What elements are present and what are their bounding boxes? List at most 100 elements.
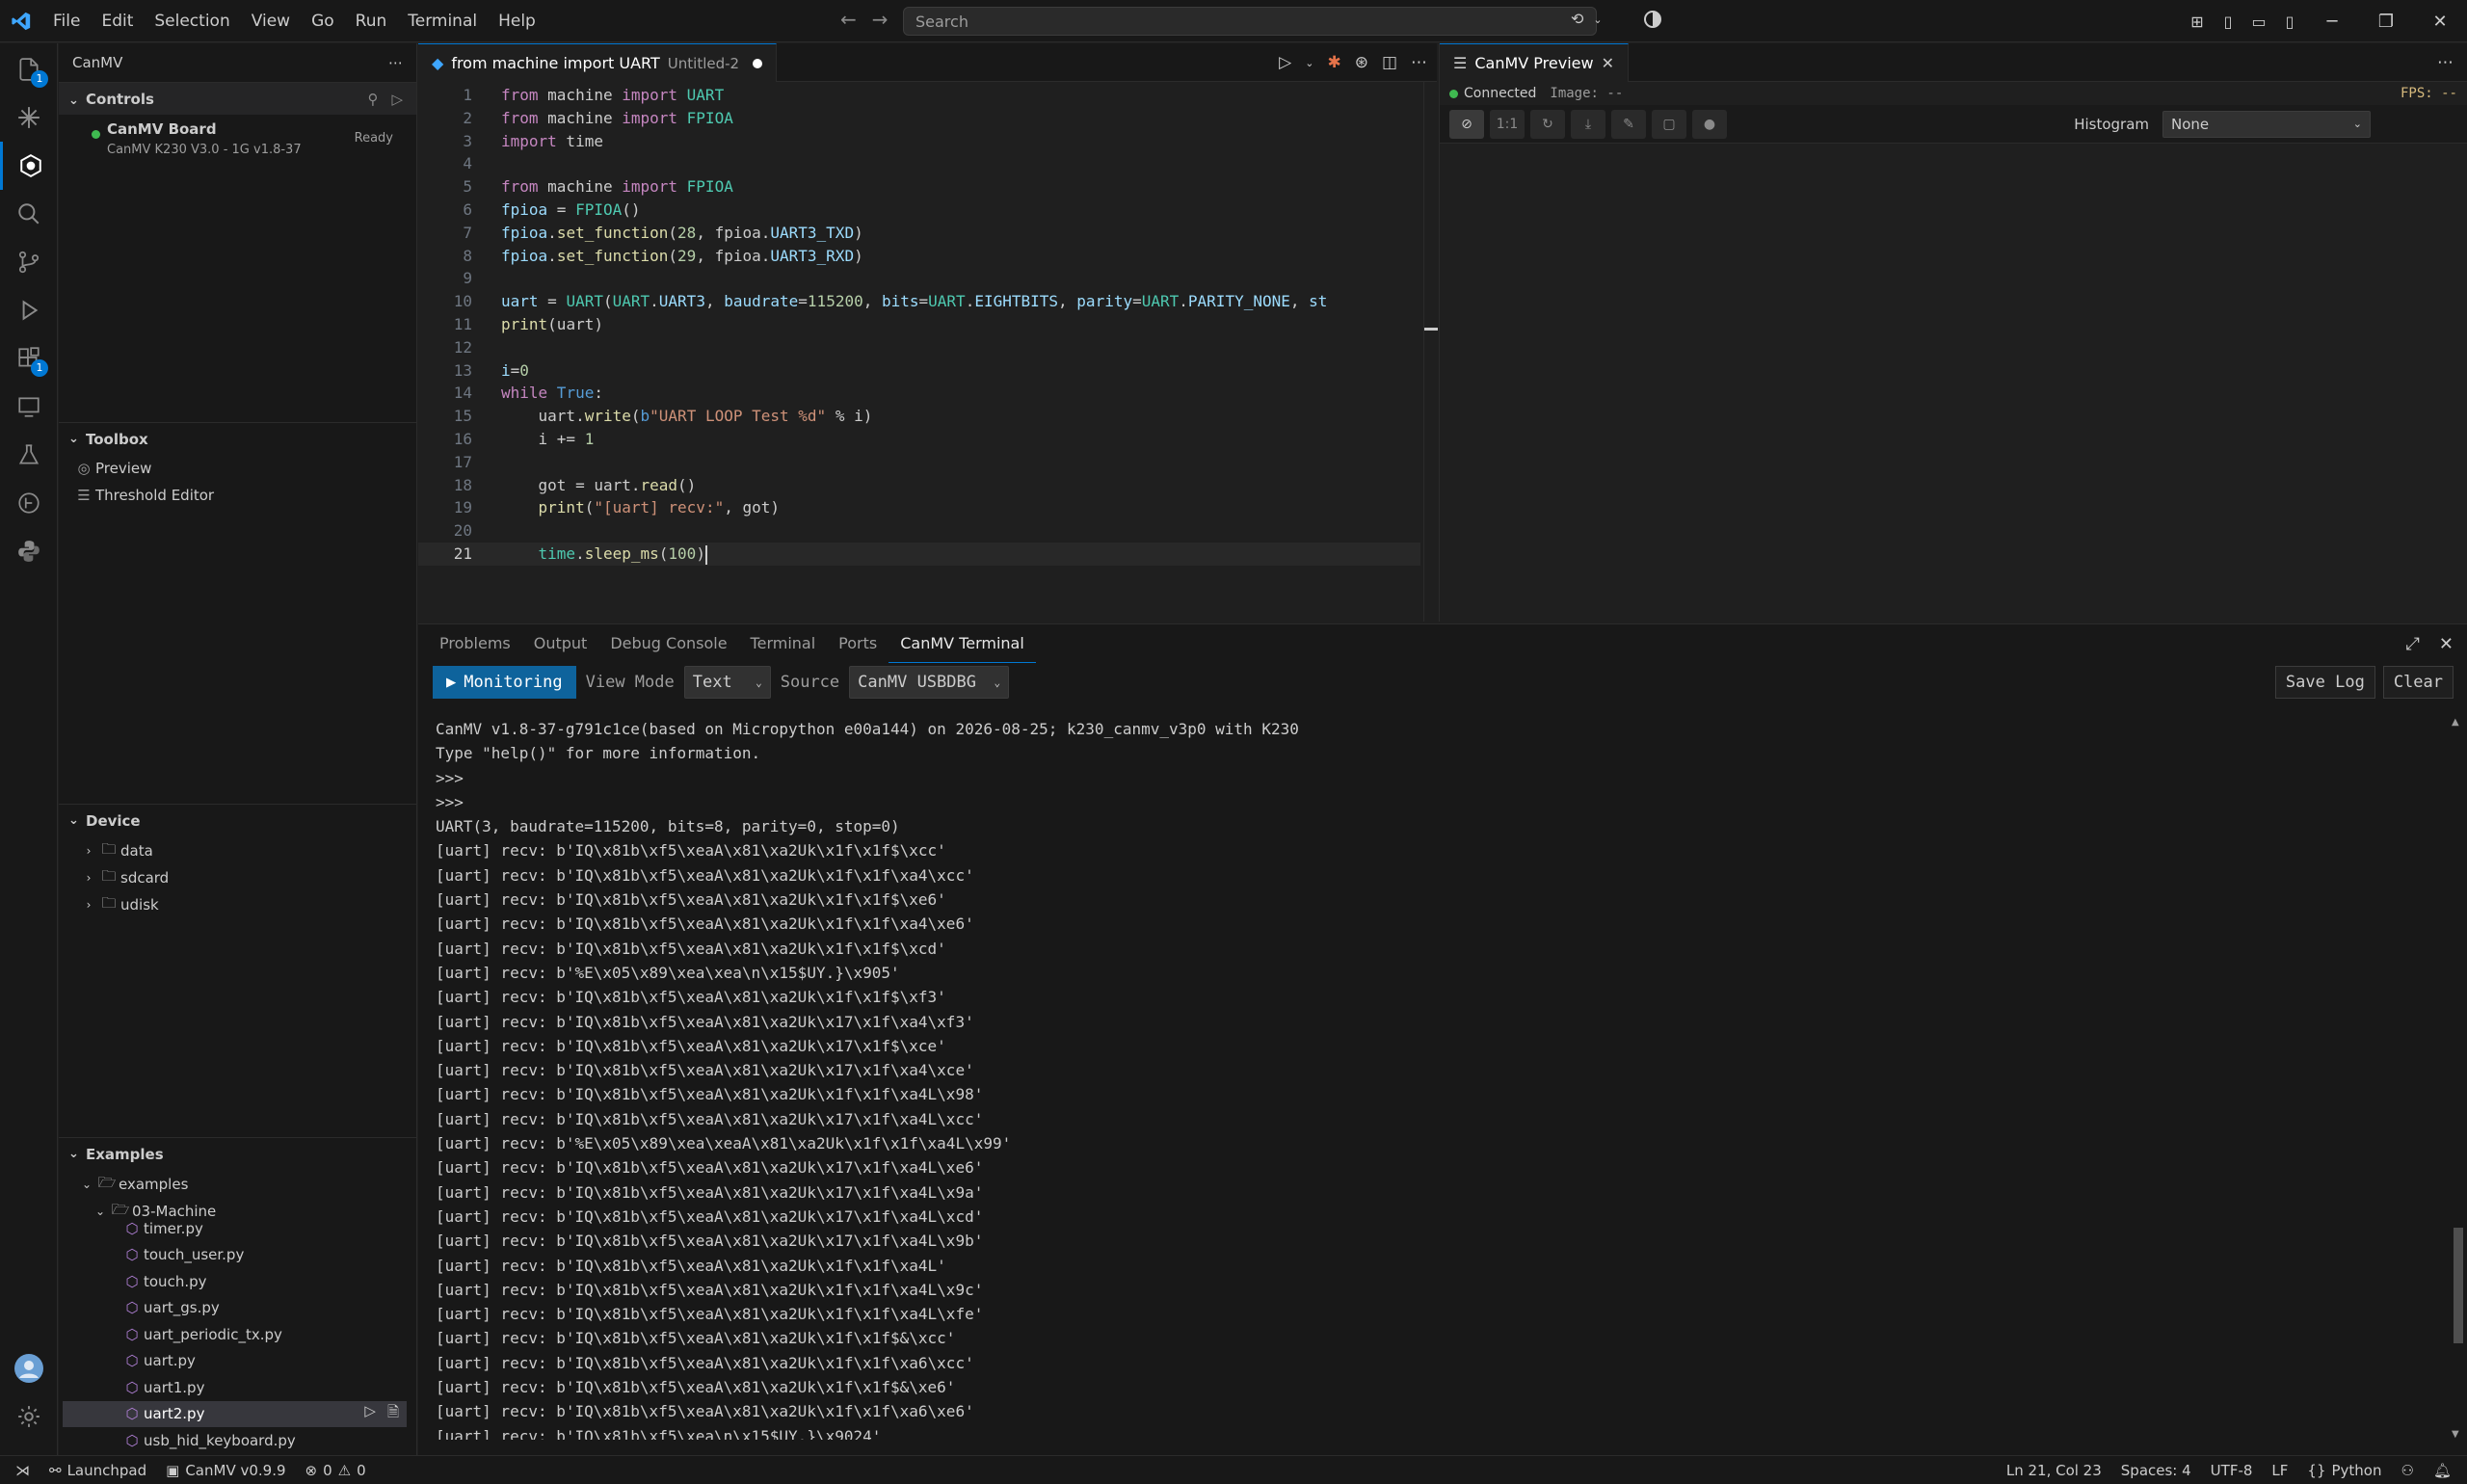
code-line[interactable]: 17 xyxy=(418,451,1420,474)
refresh-icon[interactable]: ↻ xyxy=(1530,109,1565,139)
code-line[interactable]: 14 while True: xyxy=(418,382,1420,405)
scroll-down-icon[interactable]: ▼ xyxy=(2452,1429,2459,1440)
python-icon[interactable] xyxy=(0,527,58,575)
maximize-panel-icon[interactable]: ⤢ xyxy=(2406,634,2420,654)
plug-icon[interactable]: ⚲ xyxy=(367,91,378,108)
open-example-icon[interactable]: 🗎︎ xyxy=(387,1402,399,1426)
minimize-icon[interactable]: ─ xyxy=(2305,12,2359,32)
openai-icon[interactable]: ⊛ xyxy=(1355,53,1368,72)
example-file-item[interactable]: ⬡ uart_gs.py xyxy=(59,1295,416,1322)
editor-tab-untitled-2[interactable]: ◆ from machine import UART Untitled-2 xyxy=(418,43,778,82)
download-icon[interactable]: ⤓ xyxy=(1571,109,1605,139)
menu-run[interactable]: Run xyxy=(345,12,398,31)
testing-flask-icon[interactable] xyxy=(0,431,58,479)
code-line[interactable]: 16 i += 1 xyxy=(418,428,1420,451)
toggle-panel-icon[interactable]: ▭ xyxy=(2243,13,2274,31)
disable-preview-icon[interactable]: ⊘ xyxy=(1449,109,1484,139)
code-line[interactable]: 9 xyxy=(418,267,1420,290)
copilot-chat-icon[interactable]: ⟲ xyxy=(1571,10,1583,31)
view-mode-select[interactable]: Text ⌄ xyxy=(683,666,771,699)
monitoring-button[interactable]: ▶ Monitoring xyxy=(433,666,576,699)
terminal-output[interactable]: CanMV v1.8-37-g791c1ce(based on Micropyt… xyxy=(436,717,2440,1440)
code-line[interactable]: 7 fpioa.set_function(28, fpioa.UART3_TXD) xyxy=(418,222,1420,245)
save-log-button[interactable]: Save Log xyxy=(2274,666,2375,699)
notifications-bell-icon[interactable]: 🔔︎ xyxy=(2424,1462,2467,1479)
launchpad-item[interactable]: ⚯ Launchpad xyxy=(40,1462,156,1479)
customize-layout-icon[interactable]: ⊞ xyxy=(2182,13,2213,31)
canmv-version-item[interactable]: ▣ CanMV v0.9.9 xyxy=(156,1462,295,1479)
examples-root-folder[interactable]: ⌄ 🗁 examples xyxy=(59,1171,416,1198)
run-file-icon[interactable]: ▷ xyxy=(1279,53,1291,72)
indentation[interactable]: Spaces: 4 xyxy=(2111,1462,2201,1479)
code-line[interactable]: 18 got = uart.read() xyxy=(418,474,1420,497)
more-actions-icon[interactable]: ⋯ xyxy=(2437,43,2454,81)
problems-item[interactable]: ⊗ 0 ⚠ 0 xyxy=(296,1462,376,1479)
menu-file[interactable]: File xyxy=(42,12,91,31)
toolbox-section-header[interactable]: ⌄ Toolbox xyxy=(59,422,416,455)
copilot-icon[interactable]: ⚇ xyxy=(2392,1462,2424,1479)
example-file-item[interactable]: ⬡ uart.py xyxy=(59,1348,416,1375)
restore-icon[interactable]: ❐ xyxy=(2359,12,2413,32)
cursor-position[interactable]: Ln 21, Col 23 xyxy=(1997,1462,2111,1479)
back-arrow-icon[interactable]: ← xyxy=(840,8,857,31)
code-line[interactable]: 5 from machine import FPIOA xyxy=(418,175,1420,199)
menu-terminal[interactable]: Terminal xyxy=(397,12,488,31)
code-line[interactable]: 12 xyxy=(418,336,1420,359)
device-folder-data[interactable]: › 🗀 data xyxy=(59,837,416,864)
code-line[interactable]: 21 time.sleep_ms(100) xyxy=(418,543,1420,566)
run-debug-icon[interactable] xyxy=(0,286,58,334)
source-control-icon[interactable] xyxy=(0,238,58,286)
spark-extension-icon[interactable] xyxy=(0,93,58,142)
device-folder-sdcard[interactable]: › 🗀 sdcard xyxy=(59,864,416,891)
example-file-item[interactable]: ⬡ touch.py xyxy=(59,1268,416,1295)
tab-output[interactable]: Output xyxy=(522,624,599,663)
menu-help[interactable]: Help xyxy=(488,12,546,31)
editor-vertical-scrollbar[interactable] xyxy=(1423,82,1438,622)
close-window-icon[interactable]: ✕ xyxy=(2413,12,2467,32)
tab-debug-console[interactable]: Debug Console xyxy=(598,624,738,663)
toolbox-item-threshold-editor[interactable]: ☰ Threshold Editor xyxy=(59,482,416,509)
run-icon[interactable]: ▷ xyxy=(391,91,403,108)
example-file-item[interactable]: ⬡ usb_hid_keyboard.py xyxy=(59,1427,416,1454)
split-editor-icon[interactable]: ◫ xyxy=(1382,53,1397,72)
remote-indicator-icon[interactable]: ⋊ xyxy=(0,1462,40,1479)
example-file-item[interactable]: ⬡ touch_user.py xyxy=(59,1242,416,1269)
code-editor[interactable]: 1 from machine import UART 2 from machine i… xyxy=(418,82,1835,622)
tab-ports[interactable]: Ports xyxy=(827,624,889,663)
search-icon[interactable] xyxy=(0,190,58,238)
code-line[interactable]: 20 xyxy=(418,519,1420,543)
accounts-shield-icon[interactable] xyxy=(1643,10,1662,34)
example-file-item[interactable]: ⬡ uart2.py ▷ 🗎︎ xyxy=(63,1400,407,1427)
canmv-run-icon[interactable]: ✱ xyxy=(1327,53,1340,72)
record-icon[interactable]: ● xyxy=(1692,109,1727,139)
remote-explorer-icon[interactable] xyxy=(0,383,58,431)
encoding[interactable]: UTF-8 xyxy=(2201,1462,2263,1479)
board-item[interactable]: CanMV Board CanMV K230 V3.0 - 1G v1.8-37… xyxy=(59,115,416,169)
controls-section-header[interactable]: ⌄ Controls ⚲ ▷ xyxy=(59,82,416,115)
zoom-1-1-button[interactable]: 1:1 xyxy=(1490,109,1525,139)
gitlens-icon[interactable] xyxy=(0,479,58,527)
code-line[interactable]: 10 uart = UART(UART.UART3, baudrate=11520… xyxy=(418,290,1420,313)
account-avatar[interactable] xyxy=(0,1344,58,1392)
tab-problems[interactable]: Problems xyxy=(428,624,522,663)
extensions-icon[interactable]: 1 xyxy=(0,334,58,383)
toggle-sidebar-icon[interactable]: ▯ xyxy=(2213,13,2243,31)
more-actions-icon[interactable]: ⋯ xyxy=(1411,53,1427,72)
code-line[interactable]: 1 from machine import UART xyxy=(418,84,1420,107)
code-line[interactable]: 15 uart.write(b"UART LOOP Test %d" % i) xyxy=(418,405,1420,428)
pencil-icon[interactable]: ✎ xyxy=(1611,109,1646,139)
example-file-item[interactable]: ⬡ uart1.py xyxy=(59,1374,416,1401)
code-line[interactable]: 11 print(uart) xyxy=(418,313,1420,336)
clear-button[interactable]: Clear xyxy=(2382,666,2454,699)
menu-edit[interactable]: Edit xyxy=(91,12,144,31)
code-line[interactable]: 2 from machine import FPIOA xyxy=(418,107,1420,130)
preview-tab[interactable]: ☰ CanMV Preview ✕ xyxy=(1440,43,1629,82)
chevron-down-icon[interactable]: ⌄ xyxy=(1593,10,1602,31)
menu-view[interactable]: View xyxy=(241,12,301,31)
example-file-item[interactable]: ⬡ uart_periodic_tx.py xyxy=(59,1321,416,1348)
close-panel-icon[interactable]: ✕ xyxy=(2439,634,2454,654)
forward-arrow-icon[interactable]: → xyxy=(872,8,889,31)
tab-canmv-terminal[interactable]: CanMV Terminal xyxy=(889,624,1036,663)
menu-go[interactable]: Go xyxy=(301,12,345,31)
chevron-down-icon[interactable]: ⌄ xyxy=(1305,57,1313,69)
